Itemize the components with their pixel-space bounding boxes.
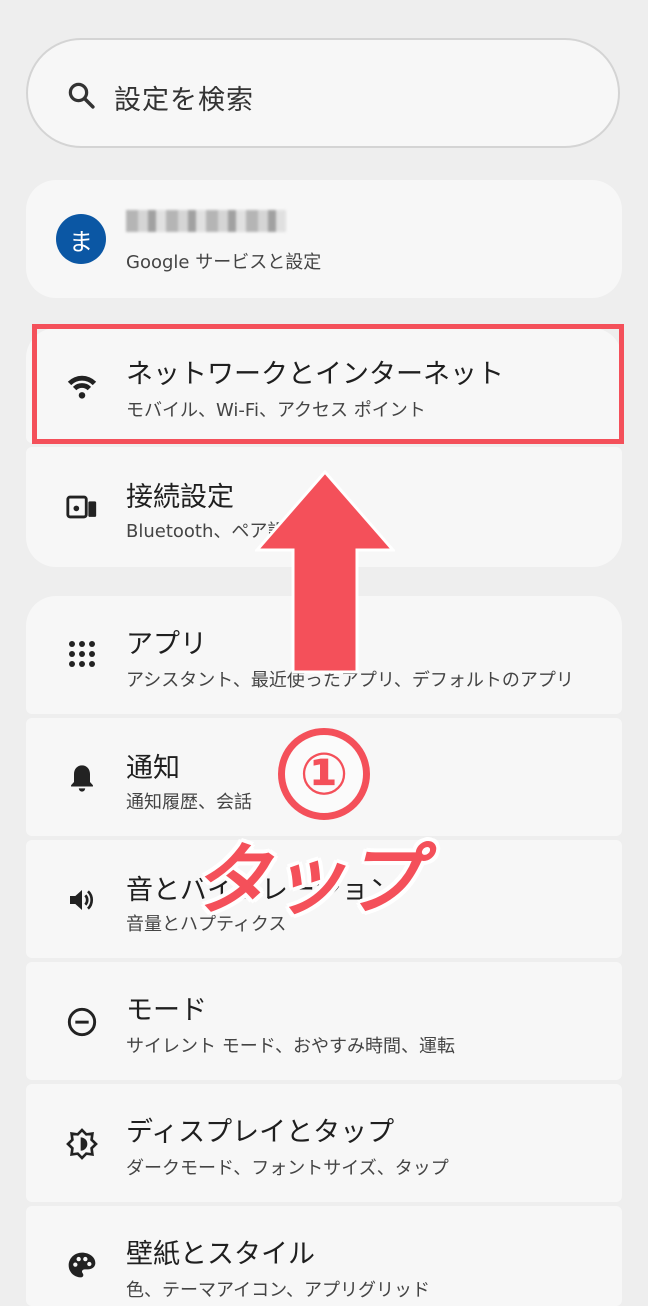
palette-icon bbox=[62, 1246, 102, 1286]
settings-item-subtitle: 通知履歴、会話 bbox=[126, 792, 252, 813]
avatar: ま bbox=[56, 214, 106, 264]
settings-item-title: ネットワークとインターネット bbox=[126, 359, 504, 390]
settings-item-title: 通知 bbox=[126, 753, 180, 784]
tap-instruction-text: タップ bbox=[192, 836, 422, 926]
settings-item-subtitle: サイレント モード、おやすみ時間、運転 bbox=[126, 1036, 455, 1057]
do-not-disturb-icon bbox=[62, 1002, 102, 1042]
search-bar[interactable]: 設定を検索 bbox=[26, 38, 620, 148]
settings-item-subtitle: 色、テーマアイコン、アプリグリッド bbox=[126, 1280, 431, 1301]
volume-icon bbox=[62, 880, 102, 920]
settings-item-network[interactable]: ネットワークとインターネット モバイル、Wi-Fi、アクセス ポイント bbox=[26, 328, 622, 443]
settings-item-title: モード bbox=[126, 995, 207, 1026]
search-placeholder: 設定を検索 bbox=[114, 85, 254, 116]
settings-item-title: 接続設定 bbox=[126, 482, 234, 513]
settings-item-display[interactable]: ディスプレイとタップ ダークモード、フォントサイズ、タップ bbox=[26, 1084, 622, 1202]
bell-icon bbox=[62, 758, 102, 798]
search-icon bbox=[68, 82, 95, 109]
google-account-card[interactable]: ま Google サービスと設定 bbox=[26, 180, 622, 298]
settings-item-subtitle: ダークモード、フォントサイズ、タップ bbox=[126, 1158, 449, 1179]
apps-grid-icon bbox=[62, 634, 102, 674]
settings-item-subtitle: モバイル、Wi-Fi、アクセス ポイント bbox=[126, 400, 426, 421]
account-name-redacted bbox=[126, 210, 286, 232]
settings-item-title: ディスプレイとタップ bbox=[126, 1117, 395, 1148]
settings-item-wallpaper-style[interactable]: 壁紙とスタイル 色、テーマアイコン、アプリグリッド bbox=[26, 1206, 622, 1306]
account-subtitle: Google サービスと設定 bbox=[126, 252, 322, 273]
display-brightness-icon bbox=[62, 1124, 102, 1164]
up-arrow-annotation bbox=[255, 470, 395, 674]
settings-item-title: アプリ bbox=[126, 629, 207, 660]
connected-devices-icon bbox=[62, 487, 102, 527]
wifi-icon bbox=[62, 366, 102, 406]
settings-item-title: 壁紙とスタイル bbox=[126, 1239, 315, 1270]
step-number-badge: ① bbox=[278, 728, 370, 820]
settings-item-modes[interactable]: モード サイレント モード、おやすみ時間、運転 bbox=[26, 962, 622, 1080]
